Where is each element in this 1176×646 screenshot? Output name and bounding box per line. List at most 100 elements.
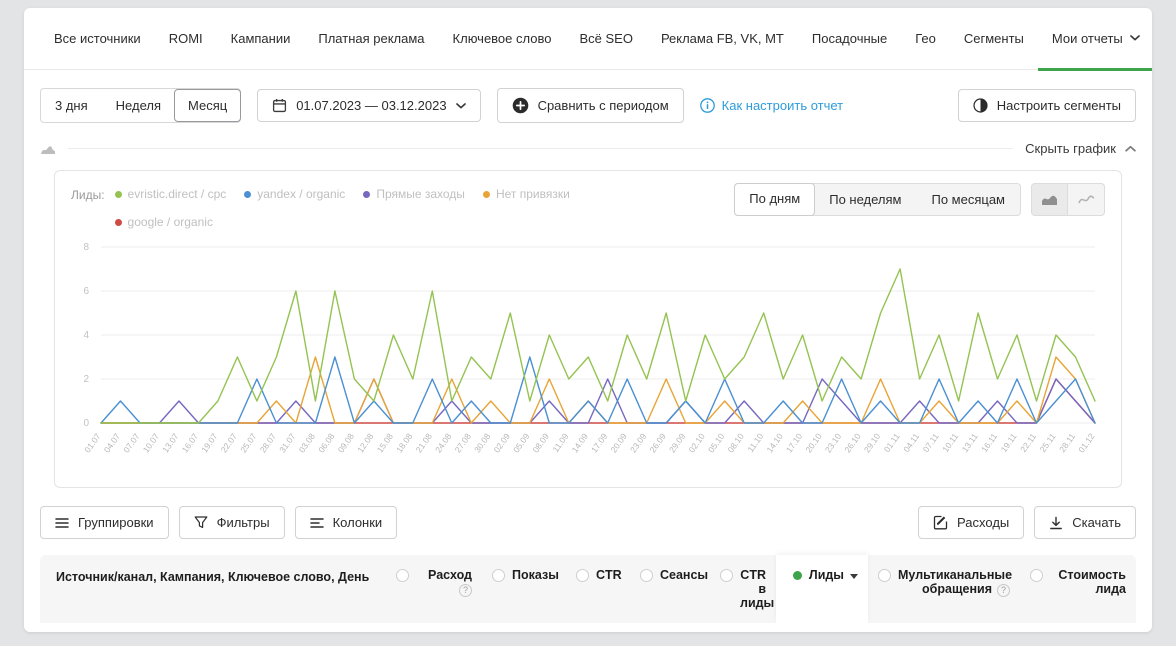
- hide-chart-toggle[interactable]: Скрыть график: [1025, 141, 1136, 156]
- granularity-toggle: По днямПо неделямПо месяцам: [734, 183, 1021, 216]
- top-tab[interactable]: Все источники: [40, 8, 155, 69]
- help-icon[interactable]: ?: [459, 584, 472, 597]
- svg-text:01.12: 01.12: [1076, 431, 1097, 454]
- compare-period-button[interactable]: Сравнить с периодом: [497, 88, 684, 123]
- toolbar-button[interactable]: Колонки: [295, 506, 398, 539]
- svg-text:24.08: 24.08: [433, 431, 454, 454]
- chart-icon[interactable]: [40, 143, 56, 155]
- tab-label: Посадочные: [812, 31, 887, 46]
- top-tab[interactable]: ROMI: [155, 8, 217, 69]
- granularity-option[interactable]: По неделям: [814, 184, 916, 215]
- legend-item[interactable]: Прямые заходы: [363, 187, 465, 201]
- table-header: Источник/канал, Кампания, Ключевое слово…: [40, 555, 1136, 623]
- chart-controls: По днямПо неделямПо месяцам: [734, 183, 1105, 216]
- svg-text:08.09: 08.09: [531, 431, 552, 454]
- metric-radio[interactable]: [640, 569, 653, 582]
- tab-label: Ключевое слово: [453, 31, 552, 46]
- date-range-value: 01.07.2023 — 03.12.2023: [296, 98, 446, 113]
- toolbar-button[interactable]: Группировки: [40, 506, 169, 539]
- toolbar-button[interactable]: Скачать: [1034, 506, 1136, 539]
- column-label: Стоимость лида: [1058, 568, 1126, 596]
- report-tabs-bar: Все источники ROMI Кампании Платная реклама…: [24, 8, 1152, 70]
- legend-label: Нет привязки: [496, 187, 570, 201]
- svg-text:4: 4: [83, 330, 89, 341]
- selected-metric-dot[interactable]: [793, 571, 802, 580]
- column-header-metric[interactable]: Сеансы: [630, 555, 710, 623]
- dimensions-label: Источник/канал, Кампания, Ключевое слово…: [56, 570, 369, 584]
- calendar-icon: [272, 98, 287, 113]
- svg-text:02.10: 02.10: [686, 431, 707, 454]
- tab-label: Всё SEO: [579, 31, 632, 46]
- toolbar-button-label: Группировки: [78, 515, 154, 530]
- legend-item[interactable]: google / organic: [115, 215, 213, 229]
- metric-radio[interactable]: [878, 569, 891, 582]
- toolbar-button[interactable]: Расходы: [918, 506, 1024, 539]
- tab-label: Кампании: [231, 31, 291, 46]
- metric-radio[interactable]: [576, 569, 589, 582]
- legend-label: yandex / organic: [257, 187, 345, 201]
- metric-radio[interactable]: [396, 569, 409, 582]
- top-tab[interactable]: Платная реклама: [304, 8, 438, 69]
- toolbar-button-label: Фильтры: [217, 515, 270, 530]
- top-tab[interactable]: Кампании: [217, 8, 305, 69]
- column-label: Расход: [428, 568, 472, 582]
- legend-item[interactable]: yandex / organic: [244, 187, 345, 201]
- tab-label: Сегменты: [964, 31, 1024, 46]
- chart-card: Лиды: evristic.direct / cpcyandex / orga…: [54, 170, 1122, 488]
- top-tab[interactable]: Ключевое слово: [439, 8, 566, 69]
- top-tab[interactable]: Сегменты: [950, 8, 1038, 69]
- metric-radio[interactable]: [492, 569, 505, 582]
- top-tab[interactable]: Реклама FB, VK, МТ: [647, 8, 798, 69]
- top-tab[interactable]: Мои отчеты: [1038, 8, 1152, 71]
- column-header-metric[interactable]: Показы: [482, 555, 566, 623]
- legend-item[interactable]: Нет привязки: [483, 187, 570, 201]
- chevron-up-icon: [1125, 145, 1136, 152]
- granularity-option[interactable]: По дням: [734, 183, 815, 216]
- column-header-metric[interactable]: CTR в лиды: [710, 555, 776, 623]
- svg-text:15.08: 15.08: [375, 431, 396, 454]
- column-header-metric[interactable]: Стоимость лида: [1020, 555, 1136, 623]
- svg-text:10.07: 10.07: [141, 431, 162, 454]
- column-header-metric[interactable]: Расход?: [386, 555, 482, 623]
- period-option[interactable]: Неделя: [102, 89, 175, 122]
- legend-label: Прямые заходы: [376, 187, 465, 201]
- line-chart-button[interactable]: [1068, 184, 1104, 215]
- svg-text:22.11: 22.11: [1018, 431, 1038, 454]
- toolbar-button[interactable]: Фильтры: [179, 506, 285, 539]
- svg-text:06.08: 06.08: [316, 431, 337, 454]
- legend-item[interactable]: evristic.direct / cpc: [115, 187, 227, 201]
- date-range-picker[interactable]: 01.07.2023 — 03.12.2023: [257, 89, 480, 122]
- svg-text:25.11: 25.11: [1038, 431, 1058, 454]
- svg-text:10.11: 10.11: [940, 431, 960, 454]
- tab-label: Гео: [915, 31, 936, 46]
- svg-text:07.07: 07.07: [121, 431, 142, 454]
- toolbar-button-label: Колонки: [333, 515, 383, 530]
- column-header-dimensions[interactable]: Источник/канал, Кампания, Ключевое слово…: [40, 555, 386, 623]
- top-tab[interactable]: Гео: [901, 8, 950, 69]
- column-label: Сеансы: [660, 568, 708, 582]
- granularity-option[interactable]: По месяцам: [916, 184, 1020, 215]
- help-icon[interactable]: ?: [997, 584, 1010, 597]
- configure-segments-button[interactable]: Настроить сегменты: [958, 89, 1136, 122]
- column-header-metric[interactable]: Лиды: [776, 555, 868, 623]
- svg-text:04.11: 04.11: [901, 431, 921, 454]
- sort-desc-icon: [850, 574, 858, 579]
- period-toggle: 3 дняНеделяМесяц: [40, 88, 241, 123]
- leads-line-chart[interactable]: 0246801.0704.0707.0710.0713.0716.0719.07…: [71, 237, 1105, 483]
- top-tab[interactable]: Посадочные: [798, 8, 901, 69]
- metric-radio[interactable]: [1030, 569, 1043, 582]
- area-chart-button[interactable]: [1032, 184, 1068, 215]
- tab-label: Все источники: [54, 31, 141, 46]
- chevron-down-icon: [456, 103, 466, 109]
- column-header-metric[interactable]: CTR: [566, 555, 630, 623]
- period-option[interactable]: 3 дня: [41, 89, 102, 122]
- metric-radio[interactable]: [720, 569, 733, 582]
- column-label: CTR в лиды: [740, 568, 774, 610]
- section-divider: [68, 148, 1013, 149]
- column-header-metric[interactable]: Мультиканальные обращения?: [868, 555, 1020, 623]
- svg-text:30.08: 30.08: [472, 431, 493, 454]
- period-option[interactable]: Месяц: [174, 89, 241, 122]
- top-tab[interactable]: Всё SEO: [565, 8, 646, 69]
- svg-text:28.07: 28.07: [258, 431, 279, 454]
- howto-link[interactable]: Как настроить отчет: [700, 98, 843, 113]
